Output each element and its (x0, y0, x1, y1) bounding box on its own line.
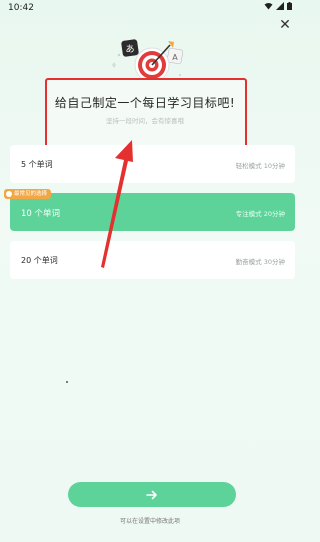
annotation-highlight-box (45, 78, 247, 150)
goal-option-20-words[interactable]: 20 个单词 勤奋模式 30分钟 (10, 241, 295, 279)
stray-dot (66, 381, 68, 383)
settings-hint: 可以在设置中修改此项 (119, 518, 180, 525)
option-word-count: 5 个单词 (21, 160, 53, 169)
option-word-count: 10 个单词 (21, 209, 61, 219)
status-time: 10:42 (8, 3, 34, 13)
status-icons (264, 2, 292, 10)
signal-icon (276, 2, 284, 10)
close-icon[interactable]: ✕ (278, 18, 292, 32)
svg-text:あ: あ (125, 44, 134, 55)
status-bar: 10:42 (0, 0, 300, 16)
option-word-count: 20 个单词 (21, 256, 58, 265)
next-button[interactable] (68, 482, 236, 507)
wifi-icon (264, 3, 273, 10)
badge-label: 最常见的选择 (14, 191, 48, 197)
battery-icon (287, 2, 292, 10)
arrow-right-icon (146, 490, 157, 499)
goal-option-5-words[interactable]: 5 个单词 轻松模式 10分钟 (10, 145, 295, 183)
option-mode-label: 勤奋模式 30分钟 (235, 258, 285, 266)
clock-icon (6, 191, 12, 197)
goal-option-10-words[interactable]: 10 个单词 专注模式 20分钟 (10, 193, 295, 231)
svg-text:A: A (172, 53, 178, 62)
recommended-badge: 最常见的选择 (4, 189, 52, 199)
option-mode-label: 专注模式 20分钟 (235, 210, 285, 218)
option-mode-label: 轻松模式 10分钟 (235, 162, 285, 170)
